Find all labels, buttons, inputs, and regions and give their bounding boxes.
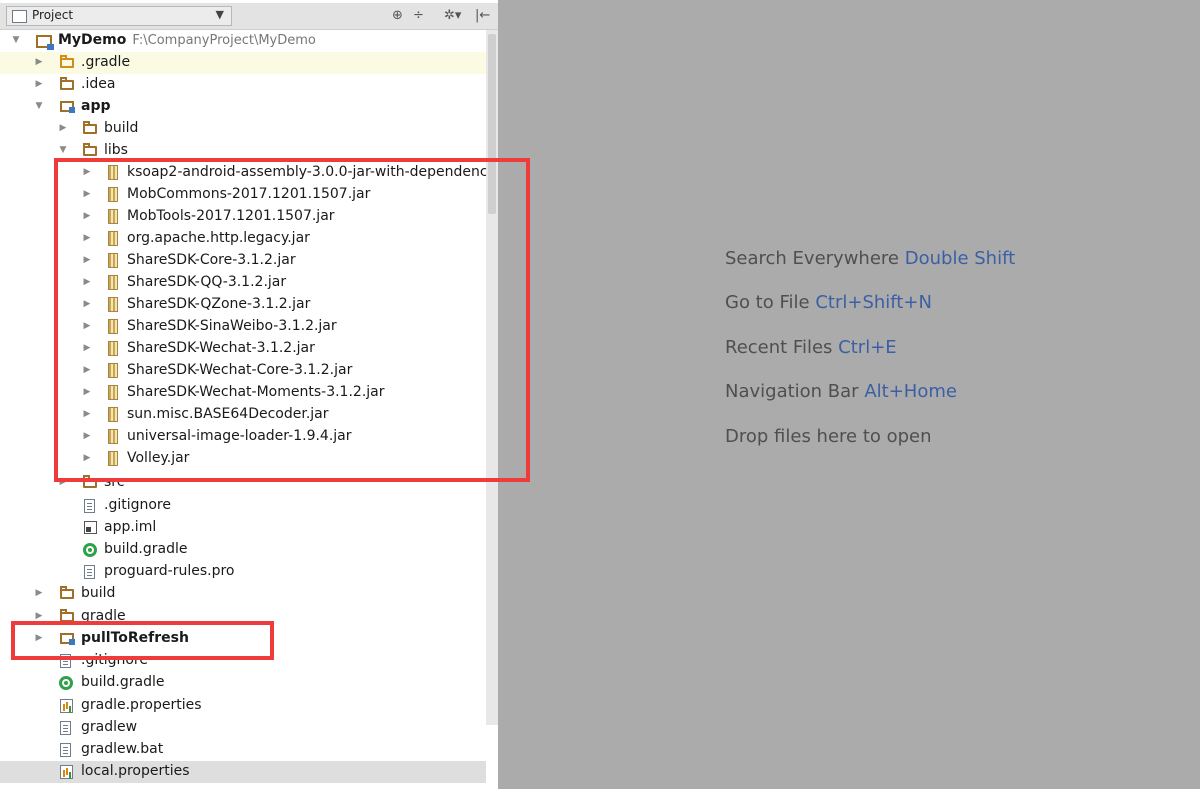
folder-icon — [60, 55, 74, 68]
tree-row-file[interactable]: build.gradle — [0, 672, 486, 694]
tree-row-file[interactable]: proguard-rules.pro — [0, 561, 486, 583]
tree-root-label: MyDemo F:\CompanyProject\MyDemo — [58, 32, 316, 48]
tree-row-file[interactable]: .gitignore — [0, 495, 486, 517]
tree-item-label: build — [104, 120, 139, 136]
highlight-box-pulltorefresh — [11, 621, 274, 660]
tree-row-root[interactable]: ▼ MyDemo F:\CompanyProject\MyDemo — [0, 30, 486, 52]
hint-navigation-bar: Navigation Bar Alt+Home — [725, 381, 957, 402]
tree-item-label: libs — [104, 142, 128, 158]
tree-row-file[interactable]: gradle.properties — [0, 695, 486, 717]
properties-file-icon — [60, 765, 73, 779]
folder-icon — [60, 77, 74, 90]
tree-row-file[interactable]: gradlew — [0, 717, 486, 739]
collapse-arrow-icon[interactable]: ▶ — [34, 57, 44, 67]
tree-item-label: build.gradle — [81, 674, 165, 690]
project-view-icon — [12, 10, 27, 23]
tree-item-label: build — [81, 585, 116, 601]
collapse-arrow-icon[interactable]: ▶ — [34, 588, 44, 598]
tree-row-gradle-dir[interactable]: ▶ .gradle — [0, 52, 486, 74]
tree-row-file[interactable]: app.iml — [0, 517, 486, 539]
tree-row-file[interactable]: gradlew.bat — [0, 739, 486, 761]
hint-go-to-file: Go to File Ctrl+Shift+N — [725, 292, 932, 313]
hint-drop-files: Drop files here to open — [725, 426, 932, 447]
collapse-all-icon[interactable]: ÷ — [413, 8, 424, 24]
project-view-selector[interactable]: Project ▼ — [6, 6, 232, 26]
folder-icon — [83, 143, 97, 156]
gradle-file-icon — [59, 676, 73, 690]
highlight-box-libs — [54, 158, 530, 482]
tree-row-build-dir[interactable]: ▶ build — [0, 583, 486, 605]
project-icon — [36, 35, 54, 50]
expand-arrow-icon[interactable]: ▼ — [11, 35, 21, 45]
text-file-icon — [60, 721, 71, 735]
scroll-from-source-icon[interactable]: ⊕ — [392, 8, 403, 24]
tree-item-label: app — [81, 98, 111, 114]
hint-search-everywhere: Search Everywhere Double Shift — [725, 248, 1016, 269]
expand-arrow-icon[interactable]: ▼ — [34, 101, 44, 111]
tree-root-path: F:\CompanyProject\MyDemo — [132, 33, 316, 48]
tree-row-app-build[interactable]: ▶ build — [0, 118, 486, 140]
tree-item-label: local.properties — [81, 763, 190, 779]
hint-recent-files: Recent Files Ctrl+E — [725, 337, 897, 358]
tree-item-label: .gitignore — [104, 497, 171, 513]
tree-item-label: gradle.properties — [81, 697, 202, 713]
module-folder-icon — [60, 101, 75, 113]
tree-item-label: gradlew.bat — [81, 741, 164, 757]
chevron-down-icon: ▼ — [215, 8, 224, 21]
properties-file-icon — [60, 699, 73, 713]
text-file-icon — [84, 499, 95, 513]
text-file-icon — [60, 743, 71, 757]
collapse-arrow-icon[interactable]: ▶ — [34, 611, 44, 621]
settings-gear-icon[interactable]: ✲▾ — [444, 8, 461, 24]
gradle-file-icon — [83, 543, 97, 557]
collapse-arrow-icon[interactable]: ▶ — [58, 123, 68, 133]
bottom-strip — [0, 789, 1200, 797]
tree-row-file[interactable]: build.gradle — [0, 539, 486, 561]
tree-item-label: build.gradle — [104, 541, 188, 557]
project-view-label: Project — [32, 8, 74, 22]
tree-row-file-selected[interactable]: local.properties — [0, 761, 486, 783]
folder-icon — [83, 121, 97, 134]
tree-item-label: proguard-rules.pro — [104, 563, 235, 579]
tree-item-label: .idea — [81, 76, 116, 92]
text-file-icon — [84, 565, 95, 579]
folder-icon — [60, 586, 74, 599]
expand-arrow-icon[interactable]: ▼ — [58, 145, 68, 155]
tree-item-label: app.iml — [104, 519, 157, 535]
iml-file-icon — [84, 521, 97, 534]
hide-panel-icon[interactable]: |← — [475, 8, 490, 24]
tree-item-label: gradlew — [81, 719, 138, 735]
tree-item-label: .gradle — [81, 54, 131, 70]
collapse-arrow-icon[interactable]: ▶ — [34, 79, 44, 89]
editor-empty-area[interactable]: Search Everywhere Double Shift Go to Fil… — [498, 0, 1200, 789]
project-toolbar: Project ▼ ⊕ ÷ ✲▾ |← — [0, 3, 498, 30]
tree-row-app-module[interactable]: ▼ app — [0, 96, 486, 118]
tree-row-idea-dir[interactable]: ▶ .idea — [0, 74, 486, 96]
